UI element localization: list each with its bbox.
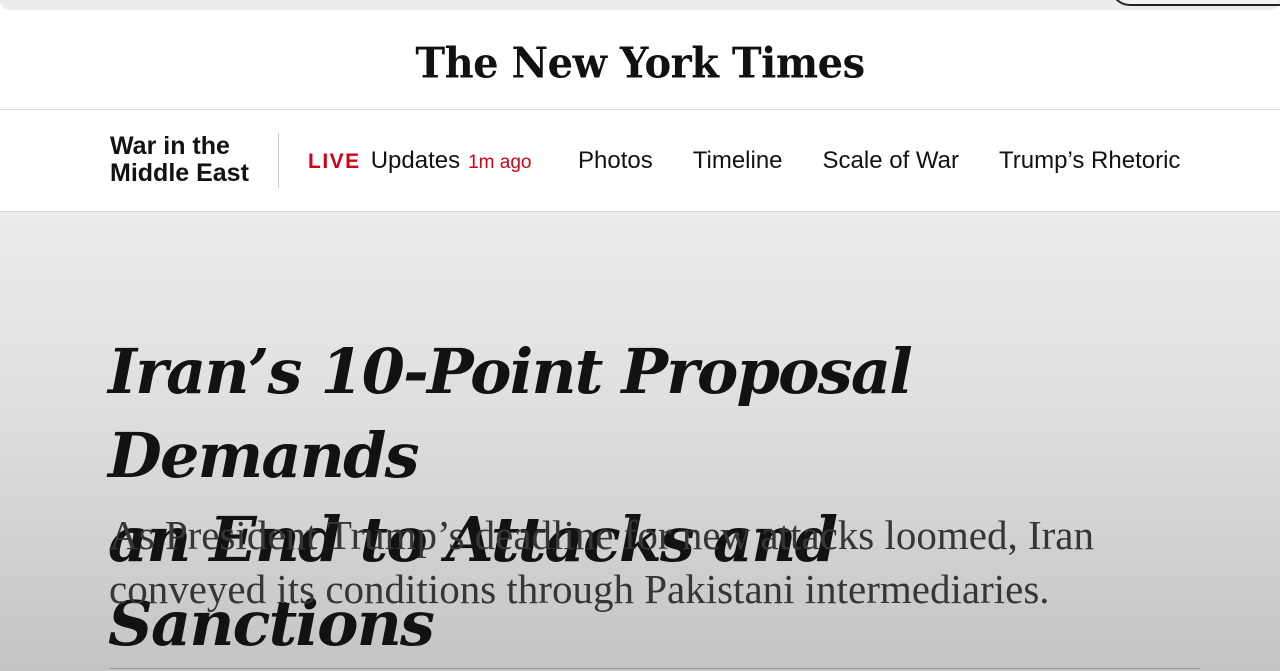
section-title-link[interactable]: War in the Middle East <box>110 133 270 187</box>
nav-divider <box>278 133 279 188</box>
live-updates-link[interactable]: LIVE Updates 1m ago <box>308 147 531 175</box>
nyt-logo[interactable]: The New York Times <box>415 39 865 88</box>
nav-links: Photos Timeline Scale of War Trump’s Rhe… <box>578 147 1180 175</box>
nav-link-photos[interactable]: Photos <box>578 147 653 175</box>
live-tag: LIVE <box>308 150 361 173</box>
masthead: The New York Times <box>0 10 1280 110</box>
live-updates-label: Updates <box>370 147 461 174</box>
article-summary: As President Trump’s deadline for new at… <box>109 512 1094 612</box>
section-title-line1: War in the <box>110 132 230 160</box>
nav-link-trumps-rhetoric[interactable]: Trump’s Rhetoric <box>999 147 1180 175</box>
section-title-line2: Middle East <box>110 159 249 187</box>
browser-top-strip <box>0 0 1280 10</box>
page: The New York Times War in the Middle Eas… <box>0 0 1280 671</box>
nav-link-timeline[interactable]: Timeline <box>693 147 783 175</box>
browser-top-button[interactable] <box>1110 0 1280 6</box>
article-hero: Iran’s 10-Point Proposal Demands an End … <box>0 212 1280 671</box>
divider-rule <box>110 668 1200 669</box>
live-timestamp: 1m ago <box>468 152 532 173</box>
headline-line1: Iran’s 10-Point Proposal Demands <box>108 335 913 492</box>
section-nav: War in the Middle East LIVE Updates 1m a… <box>0 111 1280 212</box>
nav-link-scale-of-war[interactable]: Scale of War <box>823 147 960 175</box>
